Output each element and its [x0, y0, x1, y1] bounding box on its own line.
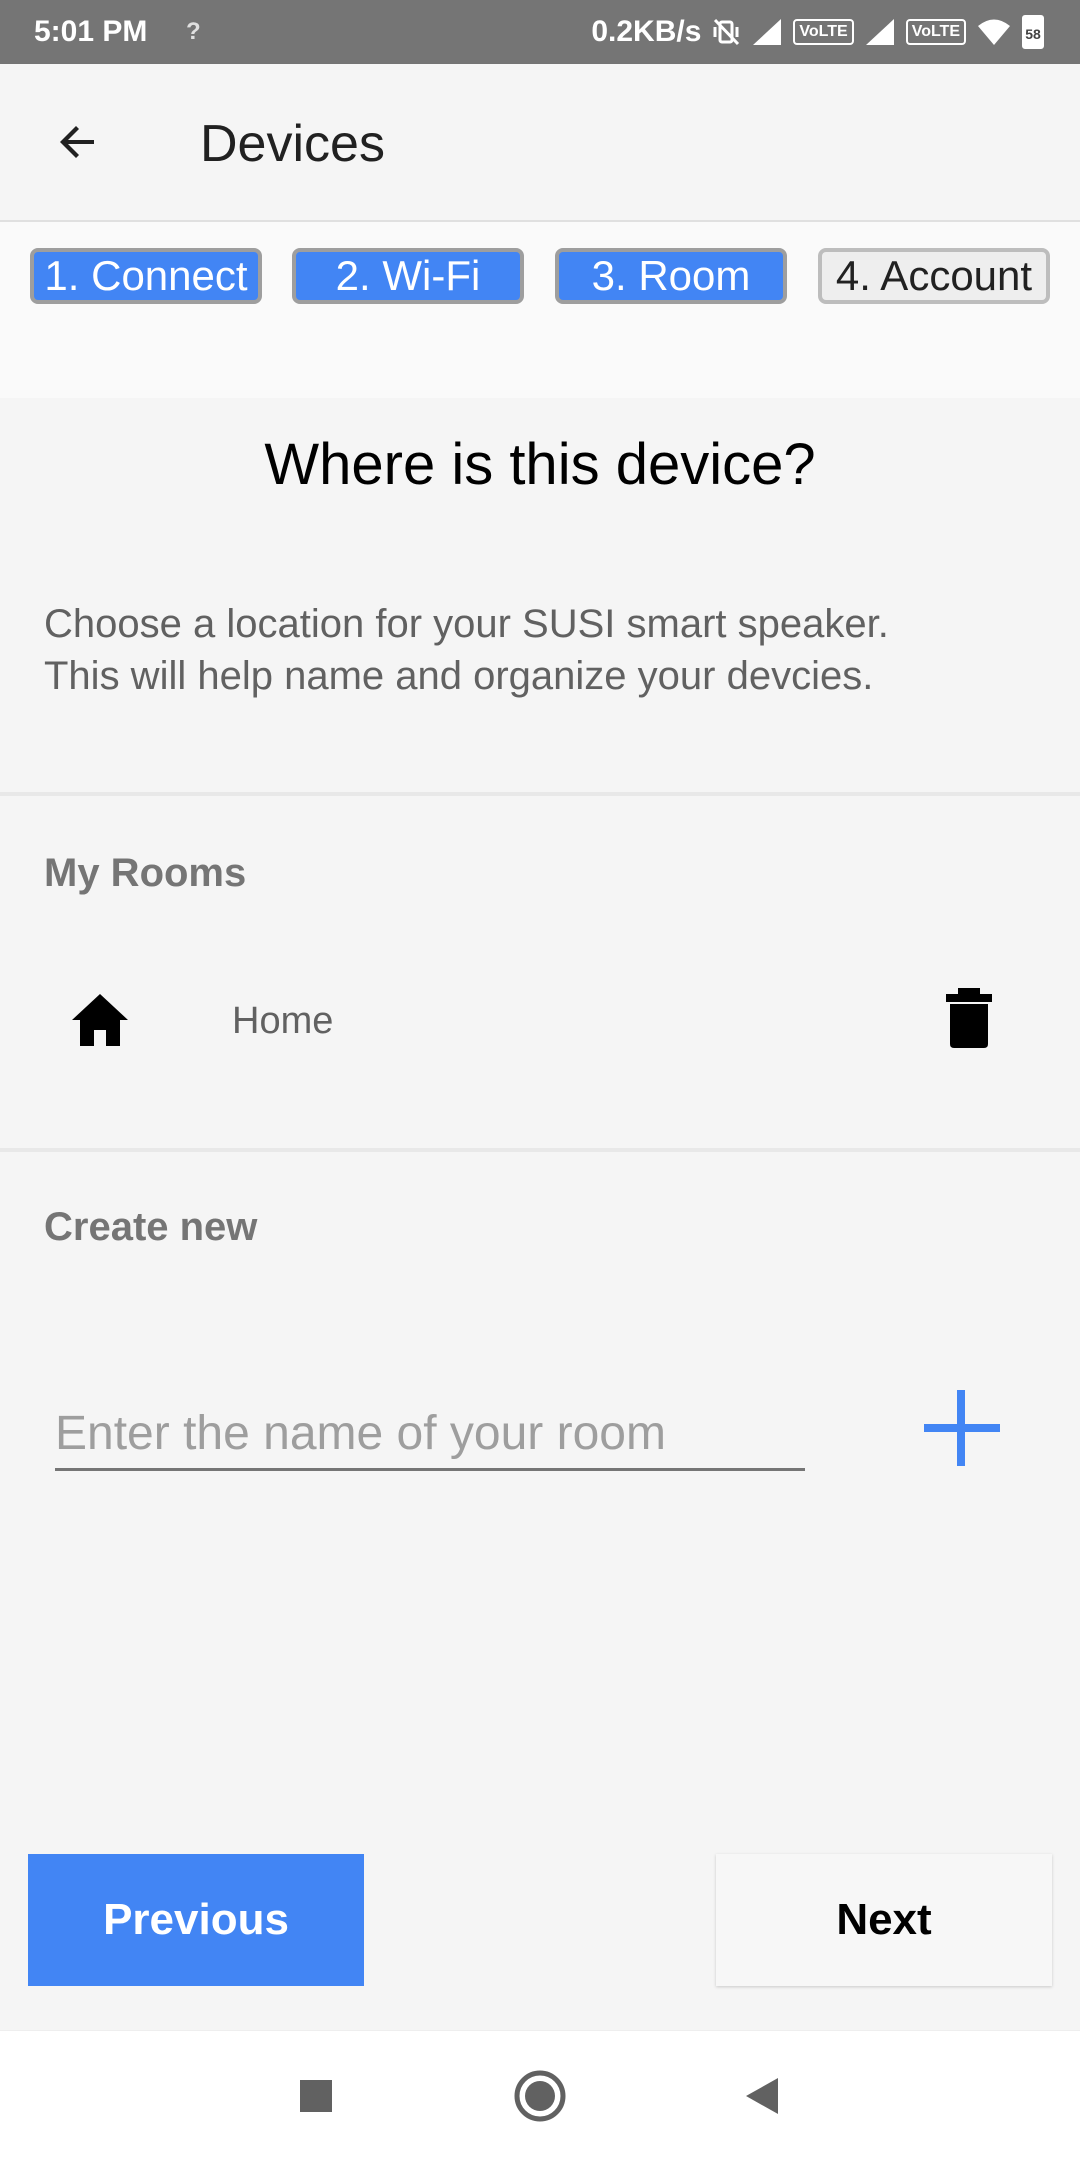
- home-nav-button[interactable]: [505, 2061, 575, 2131]
- app-bar: Devices: [0, 64, 1080, 222]
- divider: [0, 1148, 1080, 1152]
- back-nav-button[interactable]: [728, 2061, 798, 2131]
- volte-badge: VoLTE: [905, 19, 966, 45]
- room-name-input[interactable]: [55, 1398, 805, 1471]
- status-indicators: 0.2KB/s VoLTE VoLTE 58: [591, 12, 1044, 52]
- room-list-item[interactable]: Home: [0, 966, 1080, 1076]
- arrow-left-icon: [60, 126, 94, 158]
- step-connect[interactable]: 1. Connect: [30, 248, 262, 304]
- back-button[interactable]: [40, 104, 116, 180]
- battery-icon: 58: [1022, 15, 1044, 49]
- room-description: Choose a location for your SUSI smart sp…: [44, 598, 1044, 702]
- wifi-icon: [978, 19, 1010, 45]
- wifi-question-icon: ?: [186, 18, 201, 45]
- next-button[interactable]: Next: [716, 1854, 1052, 1986]
- trash-icon[interactable]: [944, 986, 994, 1050]
- room-name: Home: [232, 1000, 334, 1042]
- description-line: This will help name and organize your de…: [44, 654, 874, 698]
- previous-button[interactable]: Previous: [28, 1854, 364, 1986]
- step-wifi[interactable]: 2. Wi-Fi: [292, 248, 524, 304]
- page-title: Devices: [200, 115, 385, 173]
- room-heading: Where is this device?: [264, 432, 816, 497]
- recents-button[interactable]: [281, 2061, 351, 2131]
- signal-icon: [753, 19, 782, 45]
- step-room[interactable]: 3. Room: [555, 248, 787, 304]
- plus-icon[interactable]: [920, 1386, 1004, 1470]
- status-bar: 5:01 PM ? 0.2KB/s VoLTE VoLTE 58: [0, 0, 1080, 64]
- home-circle-icon: [514, 2070, 566, 2122]
- signal-icon: [865, 19, 894, 45]
- divider: [0, 792, 1080, 796]
- setup-stepper: 1. Connect 2. Wi-Fi 3. Room 4. Account: [0, 222, 1080, 398]
- home-icon: [72, 994, 128, 1046]
- volte-badge: VoLTE: [793, 19, 854, 45]
- system-nav-bar: [0, 2030, 1080, 2161]
- step-account[interactable]: 4. Account: [818, 248, 1050, 304]
- status-time: 5:01 PM: [34, 15, 148, 48]
- recents-square-icon: [300, 2080, 332, 2112]
- create-new-title: Create new: [44, 1205, 258, 1249]
- network-speed: 0.2KB/s: [591, 15, 702, 48]
- back-triangle-icon: [746, 2078, 778, 2114]
- my-rooms-title: My Rooms: [44, 851, 247, 895]
- vibrate-icon: [713, 18, 740, 46]
- description-line: Choose a location for your SUSI smart sp…: [44, 602, 889, 646]
